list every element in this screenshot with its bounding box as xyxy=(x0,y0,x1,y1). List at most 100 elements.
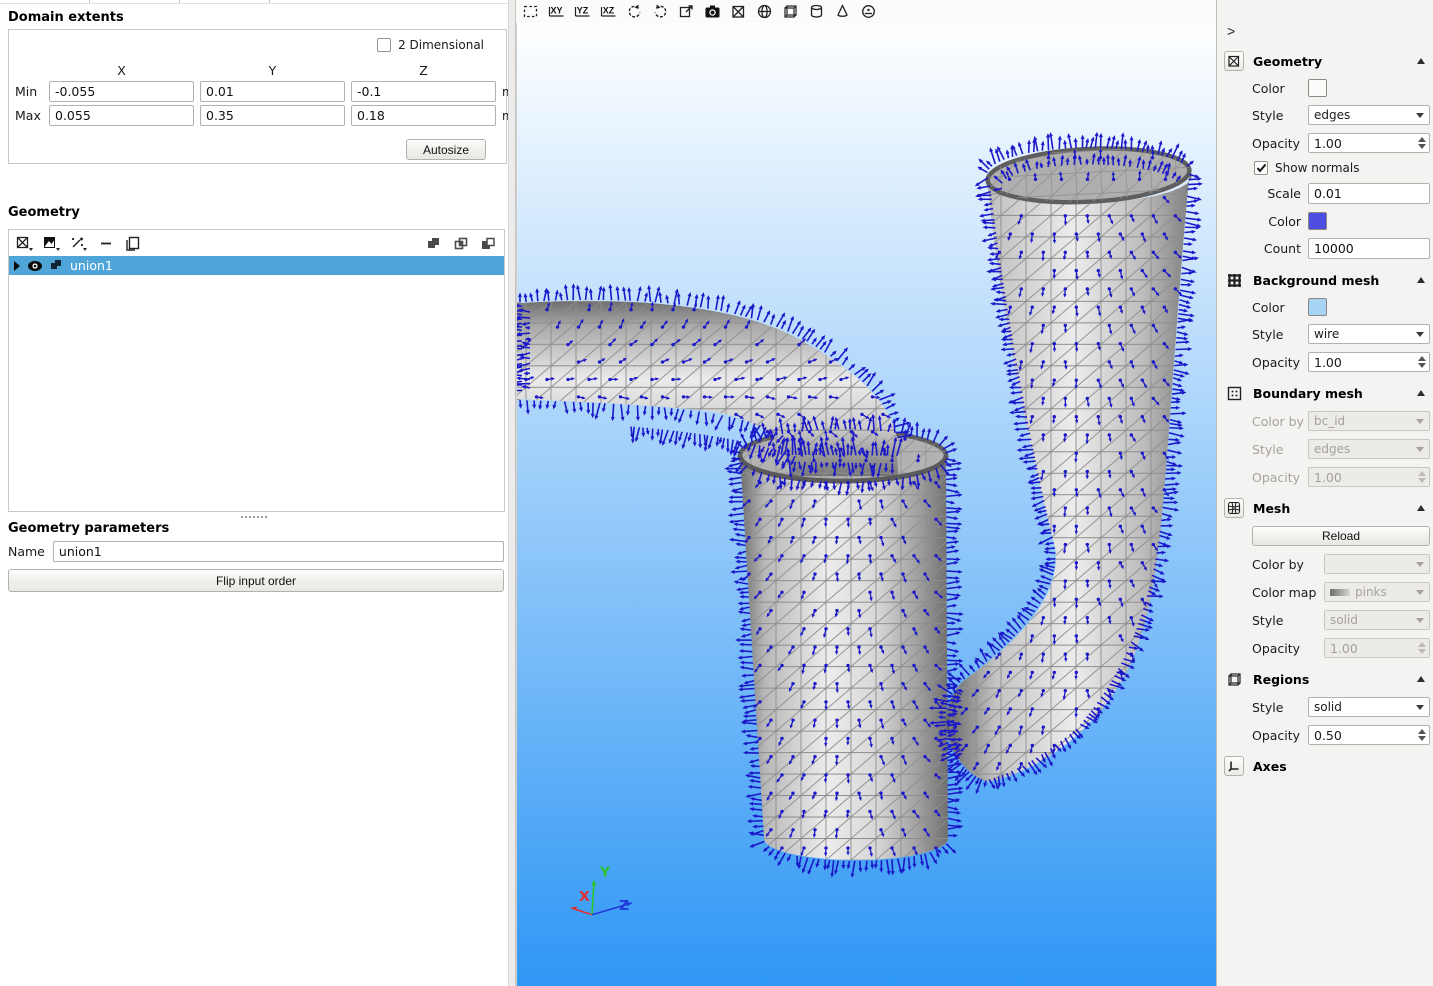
toggle-globe-button[interactable] xyxy=(755,2,774,21)
remove-geometry-button[interactable] xyxy=(95,233,117,253)
mesh-color-map-dropdown: pinks xyxy=(1324,582,1430,602)
boundary-mesh-opacity-label: Opacity xyxy=(1252,470,1308,485)
toggle-cube-button[interactable] xyxy=(781,2,800,21)
svg-text:XZ: XZ xyxy=(603,6,615,16)
export-view-button[interactable] xyxy=(677,2,696,21)
panel-collapse-button[interactable]: > xyxy=(1227,22,1245,40)
collapse-arrow-icon[interactable] xyxy=(1417,390,1425,396)
view-xy-button[interactable]: XY xyxy=(547,2,566,21)
show-normals-checkbox[interactable] xyxy=(1254,161,1268,175)
normals-color-label: Color xyxy=(1252,214,1308,229)
max-y-input[interactable] xyxy=(200,105,345,126)
collapse-arrow-icon[interactable] xyxy=(1417,58,1425,64)
regions-opacity-spinner[interactable]: 0.50 xyxy=(1308,725,1430,745)
boolean-intersect-button[interactable] xyxy=(450,233,472,253)
vertical-splitter[interactable] xyxy=(508,0,516,986)
collapse-arrow-icon[interactable] xyxy=(1417,277,1425,283)
screenshot-button[interactable] xyxy=(703,2,722,21)
rotate-cw-button[interactable] xyxy=(651,2,670,21)
column-label-z: Z xyxy=(351,63,496,78)
boolean-difference-button[interactable] xyxy=(477,233,499,253)
axis-x-label: X xyxy=(579,889,590,905)
export-view-icon xyxy=(678,3,695,20)
show-normals-label: Show normals xyxy=(1275,161,1360,175)
svg-text:YZ: YZ xyxy=(577,6,589,16)
svg-text:XY: XY xyxy=(550,6,562,16)
name-input[interactable] xyxy=(53,541,504,562)
domain-extents-box: 2 Dimensional X Y Z Min m Max m Autosize xyxy=(8,29,507,164)
wand-icon xyxy=(69,235,89,253)
toggle-geometry-button[interactable] xyxy=(729,2,748,21)
view-xz-button[interactable]: XZ xyxy=(599,2,618,21)
geometry-style-dropdown[interactable]: edges xyxy=(1308,105,1430,125)
add-shape-button[interactable] xyxy=(14,233,36,253)
boundary-mesh-section-icon xyxy=(1224,383,1244,403)
boundary-mesh-section-title: Boundary mesh xyxy=(1253,386,1408,401)
axis-z-label: Z xyxy=(619,898,629,914)
min-y-input[interactable] xyxy=(200,81,345,102)
view-xy-icon: XY xyxy=(547,3,566,20)
background-mesh-section-title: Background mesh xyxy=(1253,273,1408,288)
expand-arrow-icon[interactable] xyxy=(13,261,21,271)
background-mesh-opacity-spinner[interactable]: 1.00 xyxy=(1308,352,1430,372)
axes-section-icon[interactable] xyxy=(1224,756,1244,776)
geometry-color-swatch[interactable] xyxy=(1308,79,1327,97)
toggle-eye-button[interactable] xyxy=(859,2,878,21)
geometry-opacity-spinner[interactable]: 1.00 xyxy=(1308,133,1430,153)
boolean-union-button[interactable] xyxy=(423,233,445,253)
geometry-section-title: Geometry xyxy=(1253,54,1408,69)
normals-color-swatch[interactable] xyxy=(1308,212,1327,230)
geometry-list-toolbar xyxy=(9,230,504,256)
section-mesh: Mesh Reload Color by Color map pinks Sty… xyxy=(1217,497,1433,658)
max-z-input[interactable] xyxy=(351,105,496,126)
max-x-input[interactable] xyxy=(49,105,194,126)
min-z-input[interactable] xyxy=(351,81,496,102)
add-shape-icon xyxy=(15,235,35,253)
two-dimensional-checkbox[interactable] xyxy=(377,38,391,52)
normals-count-input[interactable] xyxy=(1308,238,1430,259)
mesh-opacity-spinner: 1.00 xyxy=(1324,638,1430,658)
fit-view-button[interactable] xyxy=(521,2,540,21)
autosize-button[interactable]: Autosize xyxy=(406,139,486,160)
operations-wand-button[interactable] xyxy=(68,233,90,253)
background-mesh-style-dropdown[interactable]: wire xyxy=(1308,324,1430,344)
mesh-style-label: Style xyxy=(1252,613,1324,628)
import-geometry-button[interactable] xyxy=(41,233,63,253)
collapse-arrow-icon[interactable] xyxy=(1417,505,1425,511)
geometry-parameters-title: Geometry parameters xyxy=(8,521,508,536)
scene-canvas[interactable]: X Y Z xyxy=(516,23,1216,986)
section-axes: Axes xyxy=(1217,755,1433,777)
cropped-tab-strip xyxy=(0,0,508,4)
normals-scale-input[interactable] xyxy=(1308,183,1430,204)
max-row-label: Max xyxy=(15,108,43,123)
geometry-list-item-union1[interactable]: union1 xyxy=(9,256,504,275)
view-yz-button[interactable]: YZ xyxy=(573,2,592,21)
geometry-opacity-label: Opacity xyxy=(1252,136,1308,151)
min-row-label: Min xyxy=(15,84,43,99)
horizontal-splitter-handle[interactable] xyxy=(0,512,508,521)
background-mesh-style-label: Style xyxy=(1252,327,1308,342)
mesh-section-icon[interactable] xyxy=(1224,498,1244,518)
background-mesh-color-swatch[interactable] xyxy=(1308,298,1327,316)
regions-opacity-label: Opacity xyxy=(1252,728,1308,743)
toggle-cone-button[interactable] xyxy=(833,2,852,21)
section-regions: Regions Style solid Opacity 0.50 xyxy=(1217,668,1433,745)
column-label-x: X xyxy=(49,63,194,78)
rotate-ccw-button[interactable] xyxy=(625,2,644,21)
regions-style-dropdown[interactable]: solid xyxy=(1308,697,1430,717)
flip-input-order-button[interactable]: Flip input order xyxy=(8,569,504,592)
duplicate-geometry-button[interactable] xyxy=(122,233,144,253)
reload-mesh-button[interactable]: Reload xyxy=(1252,526,1430,546)
min-x-input[interactable] xyxy=(49,81,194,102)
collapse-arrow-icon[interactable] xyxy=(1417,676,1425,682)
view-yz-icon: YZ xyxy=(573,3,592,20)
toggle-cone-icon xyxy=(834,3,851,20)
visibility-eye-icon[interactable] xyxy=(27,260,43,272)
colormap-swatch xyxy=(1330,589,1350,596)
toggle-eye-icon xyxy=(860,3,877,20)
toggle-cylinder-button[interactable] xyxy=(807,2,826,21)
toggle-geometry-icon xyxy=(730,3,747,20)
import-geometry-icon xyxy=(42,235,62,253)
toggle-cube-icon xyxy=(782,3,799,20)
geometry-section-icon[interactable] xyxy=(1224,51,1244,71)
